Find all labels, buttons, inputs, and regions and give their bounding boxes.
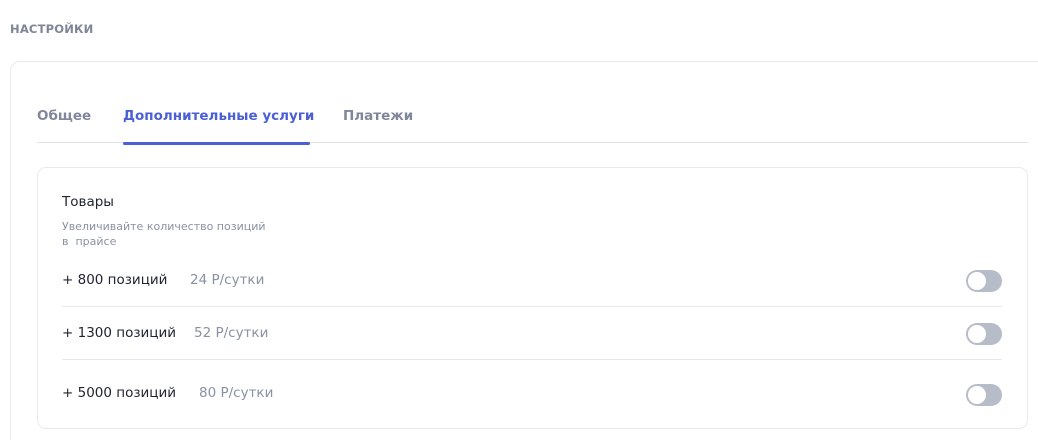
page-title: НАСТРОЙКИ: [10, 22, 94, 36]
settings-tabs: Общее Дополнительные услуги Платежи: [37, 106, 1028, 145]
tab-general-label: Общее: [37, 108, 92, 124]
option-price: 24 Р/сутки: [190, 272, 265, 288]
option-row-5000: + 5000 позиций 80 Р/сутки: [62, 360, 1002, 413]
toggle-knob: [968, 272, 986, 290]
option-label: + 1300 позиций: [62, 325, 177, 341]
tab-payments[interactable]: Платежи: [343, 106, 413, 143]
section-description: Увеличивайте количество позиций в прайсе: [62, 219, 302, 249]
option-toggle-800[interactable]: [966, 270, 1002, 292]
option-row-800: + 800 позиций 24 Р/сутки: [62, 254, 1002, 307]
section-description-line-1: Увеличивайте количество позиций: [62, 220, 266, 233]
option-row-1300: + 1300 позиций 52 Р/сутки: [62, 307, 1002, 360]
toggle-knob: [968, 386, 986, 404]
tab-additional-services[interactable]: Дополнительные услуги: [123, 106, 315, 145]
section-description-line-2: в прайсе: [62, 235, 117, 248]
option-label: + 5000 позиций: [62, 385, 177, 401]
toggle-knob: [968, 325, 986, 343]
tab-payments-label: Платежи: [343, 108, 414, 124]
section-title: Товары: [62, 194, 114, 210]
option-price: 52 Р/сутки: [194, 325, 269, 341]
settings-card: Общее Дополнительные услуги Платежи Това…: [10, 61, 1038, 440]
products-service-card: Товары Увеличивайте количество позиций в…: [37, 167, 1028, 429]
option-label: + 800 позиций: [62, 272, 168, 288]
settings-page: НАСТРОЙКИ Общее Дополнительные услуги Пл…: [0, 0, 1038, 440]
option-price: 80 Р/сутки: [199, 385, 274, 401]
option-toggle-5000[interactable]: [966, 384, 1002, 406]
tab-additional-services-label: Дополнительные услуги: [123, 108, 315, 124]
tab-general[interactable]: Общее: [37, 106, 91, 143]
option-toggle-1300[interactable]: [966, 323, 1002, 345]
